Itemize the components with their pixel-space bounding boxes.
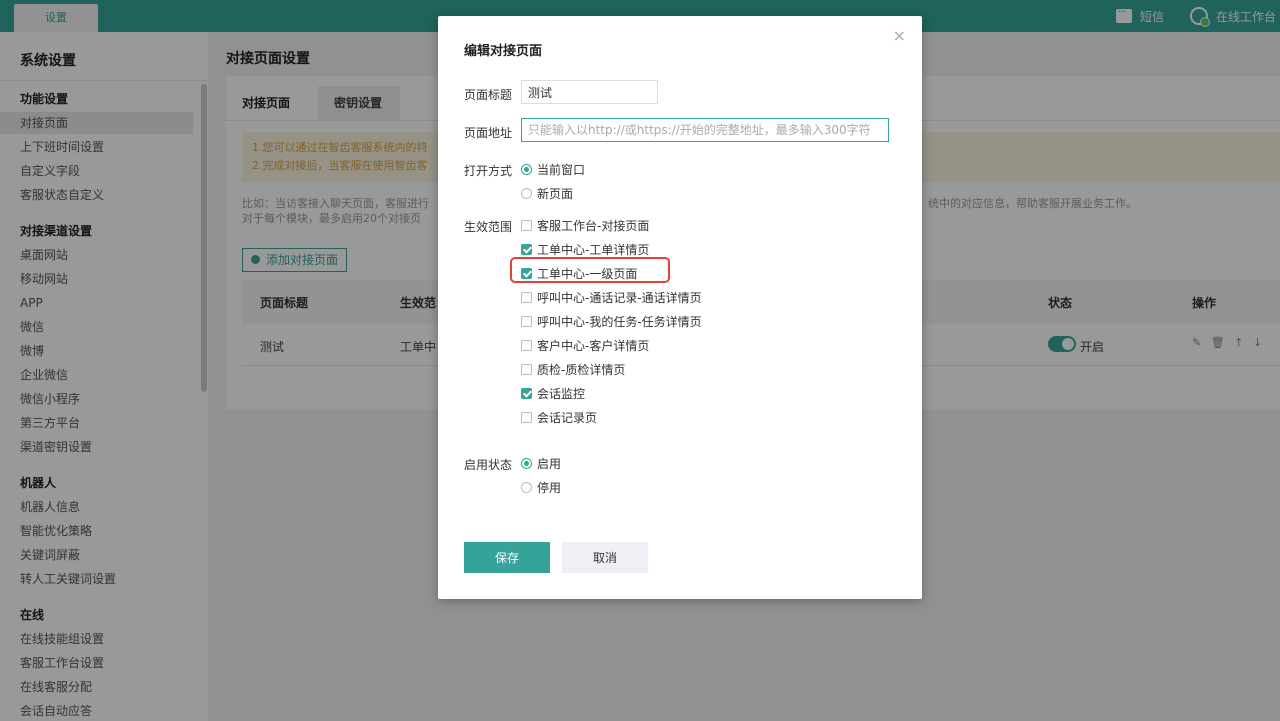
page-url-input[interactable] [521, 118, 889, 142]
radio-unchecked-icon [521, 481, 532, 493]
radio-unchecked-icon [521, 187, 532, 199]
page-title-input[interactable] [521, 80, 658, 104]
scope-option-qa-detail[interactable]: 质检-质检详情页 [521, 360, 625, 378]
checkbox-unchecked-icon [521, 315, 532, 327]
checkbox-checked-icon [521, 267, 532, 279]
enable-status-label: 启用状态 [464, 458, 513, 472]
scope-option-customer-detail[interactable]: 客户中心-客户详情页 [521, 336, 649, 354]
checkbox-unchecked-icon [521, 339, 532, 351]
scope-option-label: 客户中心-客户详情页 [537, 338, 650, 353]
scope-option-label: 呼叫中心-我的任务-任务详情页 [537, 314, 702, 329]
scope-option-label: 质检-质检详情页 [537, 362, 626, 377]
edit-docking-page-modal: 编辑对接页面 × 页面标题 页面地址 打开方式 当前窗口 新页面 生效范围 客服… [438, 16, 922, 599]
scope-option-my-tasks[interactable]: 呼叫中心-我的任务-任务详情页 [521, 312, 702, 330]
modal-title: 编辑对接页面 [464, 44, 543, 59]
checkbox-unchecked-icon [521, 219, 532, 231]
open-mode-option-label: 新页面 [537, 186, 574, 201]
open-mode-label: 打开方式 [464, 164, 513, 178]
scope-option-workbench[interactable]: 客服工作台-对接页面 [521, 216, 649, 234]
enable-option-label: 启用 [537, 456, 562, 471]
checkbox-unchecked-icon [521, 363, 532, 375]
enable-status-off[interactable]: 停用 [521, 478, 561, 496]
save-button[interactable]: 保存 [464, 542, 550, 573]
radio-checked-icon [521, 457, 532, 469]
page-url-label: 页面地址 [464, 126, 513, 140]
scope-option-label: 会话记录页 [537, 410, 598, 425]
scope-option-call-record[interactable]: 呼叫中心-通话记录-通话详情页 [521, 288, 702, 306]
scope-option-ticket-main[interactable]: 工单中心-一级页面 [521, 264, 637, 282]
enable-option-label: 停用 [537, 480, 562, 495]
scope-option-session-monitor[interactable]: 会话监控 [521, 384, 585, 402]
scope-label: 生效范围 [464, 220, 513, 234]
open-mode-option-label: 当前窗口 [537, 162, 586, 177]
checkbox-checked-icon [521, 387, 532, 399]
enable-status-on[interactable]: 启用 [521, 454, 561, 472]
page-title-label: 页面标题 [464, 88, 513, 102]
checkbox-unchecked-icon [521, 291, 532, 303]
scope-option-label: 会话监控 [537, 386, 586, 401]
open-mode-new-page[interactable]: 新页面 [521, 184, 573, 202]
scope-option-label: 工单中心-一级页面 [537, 266, 638, 281]
scope-option-label: 客服工作台-对接页面 [537, 218, 650, 233]
close-icon[interactable]: × [893, 26, 906, 45]
scope-option-label: 工单中心-工单详情页 [537, 242, 650, 257]
checkbox-checked-icon [521, 243, 532, 255]
scope-option-label: 呼叫中心-通话记录-通话详情页 [537, 290, 702, 305]
open-mode-current-window[interactable]: 当前窗口 [521, 160, 585, 178]
radio-checked-icon [521, 163, 532, 175]
scope-option-session-record[interactable]: 会话记录页 [521, 408, 597, 426]
cancel-button[interactable]: 取消 [562, 542, 648, 573]
checkbox-unchecked-icon [521, 411, 532, 423]
scope-option-ticket-detail[interactable]: 工单中心-工单详情页 [521, 240, 649, 258]
